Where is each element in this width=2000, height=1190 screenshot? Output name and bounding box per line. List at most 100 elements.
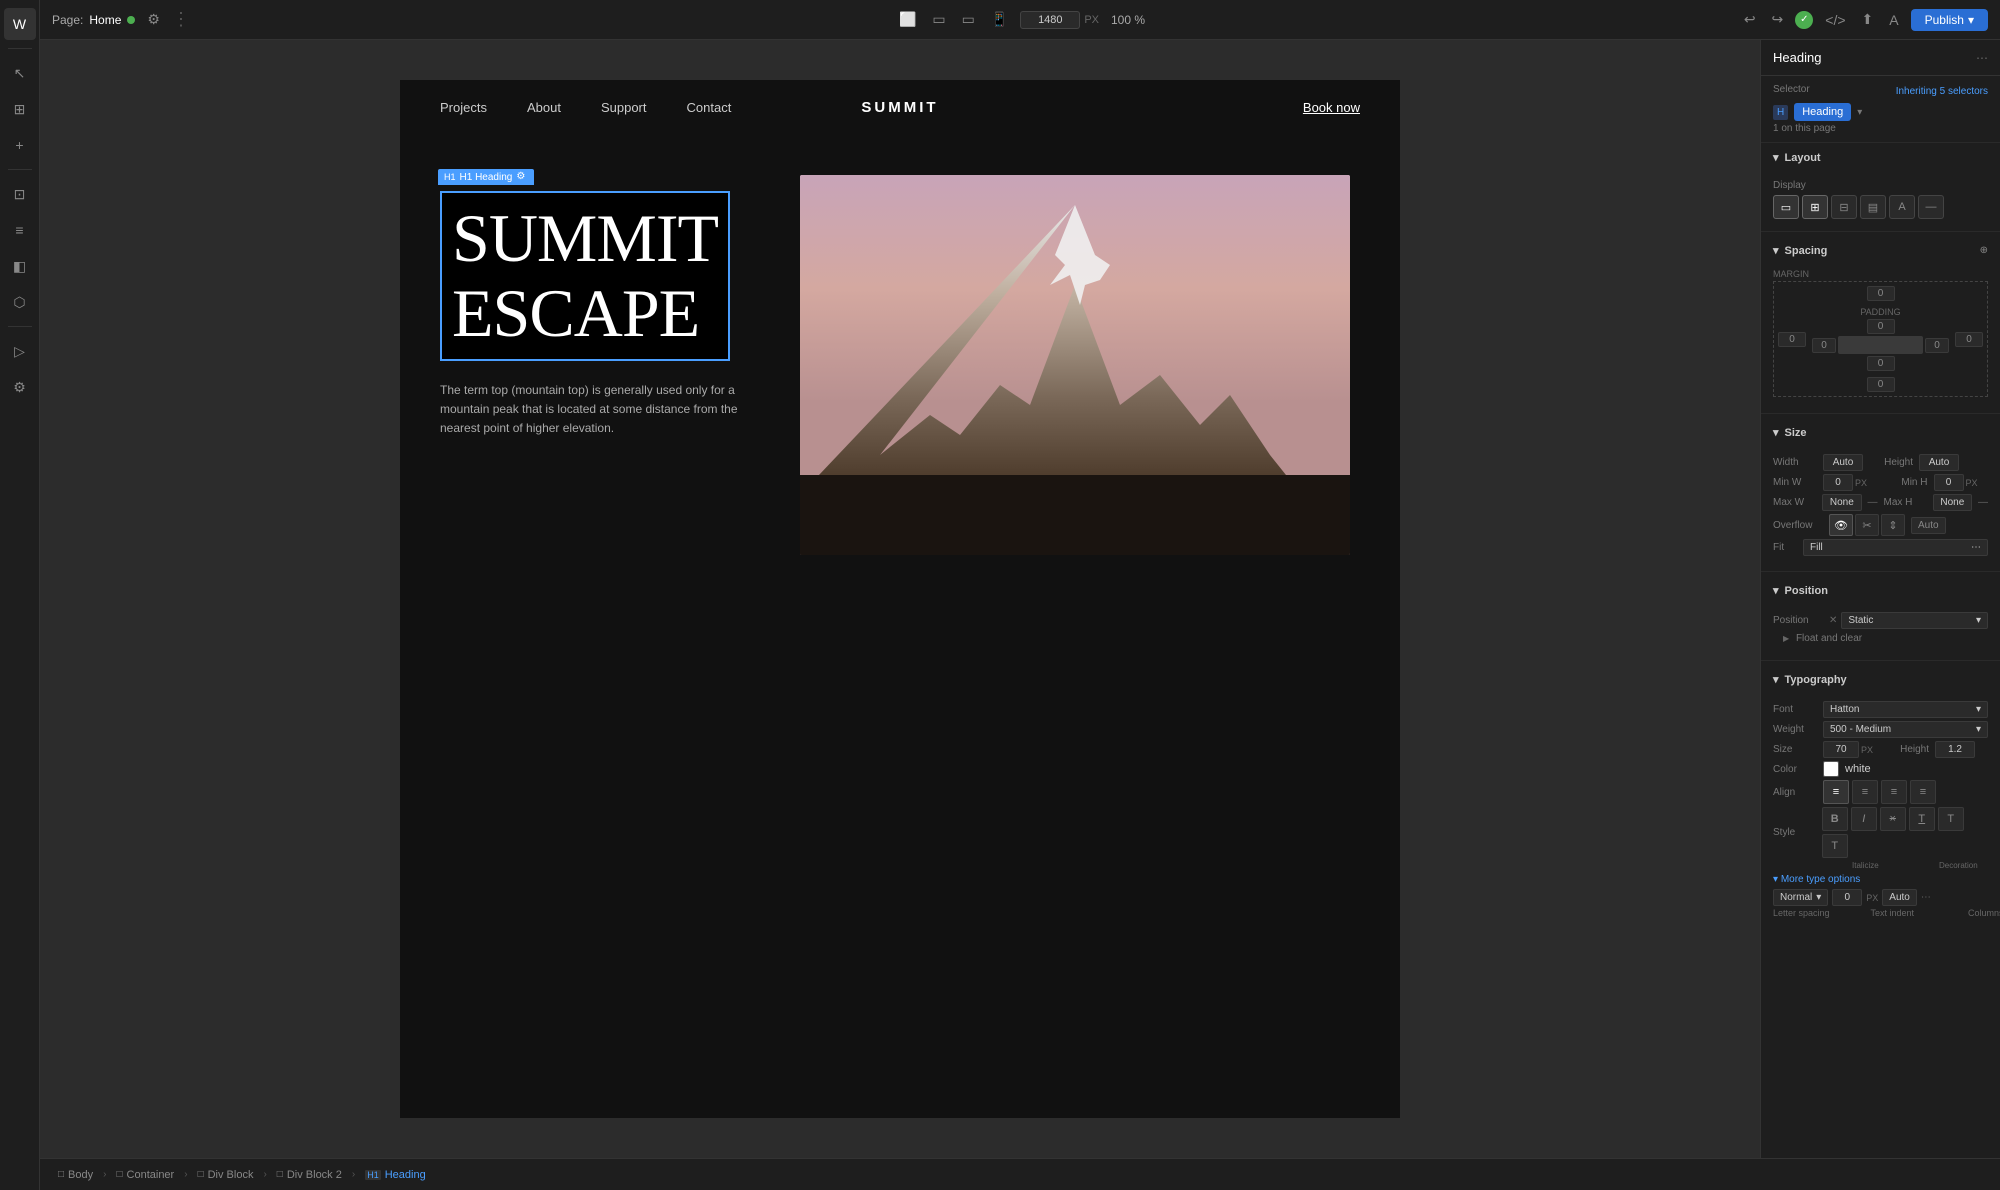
display-btn-grid[interactable]: ⊟: [1831, 195, 1857, 219]
toolbar-icon-logic[interactable]: ⬡: [4, 286, 36, 318]
mobile-landscape-icon[interactable]: ▭: [958, 7, 979, 32]
padding-box: PADDING 0 0 0 0: [1808, 303, 1953, 375]
redo-icon[interactable]: ↪: [1768, 7, 1788, 32]
canvas[interactable]: Projects About Support Contact SUMMIT Bo…: [40, 40, 1760, 1158]
canvas-area: Projects About Support Contact SUMMIT Bo…: [40, 40, 2000, 1158]
book-now-link[interactable]: Book now: [1303, 100, 1360, 115]
spacing-section-header[interactable]: ▾ Spacing ⊕: [1761, 236, 2000, 265]
content-area: H1 H1 Heading ⚙ SUMMIT ESCAPE: [400, 135, 1400, 595]
align-left-btn[interactable]: ≡: [1823, 780, 1849, 804]
spacing-more-btn[interactable]: ⊕: [1980, 245, 1988, 256]
heading-gear-icon[interactable]: ⚙: [516, 171, 528, 183]
typo-height-input[interactable]: 1.2: [1935, 741, 1975, 758]
align-center-btn[interactable]: ≡: [1852, 780, 1878, 804]
publish-button[interactable]: Publish ▾: [1911, 9, 1988, 31]
font-select[interactable]: Hatton ▾: [1823, 701, 1988, 718]
margin-bottom-input[interactable]: 0: [1867, 377, 1895, 392]
viewport-width-input[interactable]: 1480: [1020, 11, 1080, 29]
strikethrough-btn[interactable]: ×: [1880, 807, 1906, 831]
align-right-btn[interactable]: ≡: [1881, 780, 1907, 804]
toolbar-icon-cms[interactable]: ≡: [4, 214, 36, 246]
tablet-icon[interactable]: ▭: [928, 7, 949, 32]
canvas-icon[interactable]: ⬜: [895, 7, 920, 32]
nav-link-support[interactable]: Support: [601, 100, 647, 115]
accessibility-icon[interactable]: A: [1885, 8, 1902, 32]
toolbar-icon-pages[interactable]: ⊡: [4, 178, 36, 210]
margin-left-input[interactable]: 0: [1778, 332, 1806, 347]
toolbar-icon-elements[interactable]: ⊞: [4, 93, 36, 125]
breadcrumb-container[interactable]: □ Container: [110, 1167, 180, 1183]
overflow-scroll-btn[interactable]: ⇕: [1881, 514, 1905, 536]
underline-btn[interactable]: T: [1909, 807, 1935, 831]
panel-header: Heading ⋯: [1761, 40, 2000, 76]
breadcrumb-div-block-2[interactable]: □ Div Block 2: [271, 1167, 348, 1183]
selector-dropdown-icon[interactable]: ▾: [1857, 107, 1862, 118]
decoration-btn[interactable]: T: [1938, 807, 1964, 831]
settings-icon[interactable]: ⚙: [143, 7, 164, 32]
margin-top-input[interactable]: 0: [1867, 286, 1895, 301]
min-h-input[interactable]: 0: [1934, 474, 1964, 491]
text-indent-select[interactable]: Auto: [1882, 889, 1917, 906]
min-w-input[interactable]: 0: [1823, 474, 1853, 491]
breadcrumb-body[interactable]: □ Body: [52, 1167, 99, 1183]
breadcrumb-heading[interactable]: H1 Heading: [359, 1167, 432, 1183]
display-btn-block[interactable]: ▭: [1773, 195, 1799, 219]
position-section-header[interactable]: ▾ Position: [1761, 576, 2000, 605]
fit-select[interactable]: Fill ⋯: [1803, 539, 1988, 556]
export-icon[interactable]: ⬆: [1858, 7, 1878, 32]
italic-btn[interactable]: I: [1851, 807, 1877, 831]
display-btn-none[interactable]: —: [1918, 195, 1944, 219]
margin-right-input[interactable]: 0: [1955, 332, 1983, 347]
more-type-options[interactable]: ▾ More type options: [1773, 874, 1988, 885]
bold-btn[interactable]: B: [1822, 807, 1848, 831]
overflow-auto-btn[interactable]: Auto: [1911, 517, 1946, 534]
padding-right-input[interactable]: 0: [1925, 338, 1949, 353]
position-section-content: Position ✕ Static ▾ ▶ Float and clear: [1761, 605, 2000, 656]
max-w-dash: —: [1868, 497, 1878, 508]
style-row: Style B I × T T T: [1773, 807, 1988, 858]
overflow-hidden-btn[interactable]: ✂: [1855, 514, 1879, 536]
heading-block[interactable]: SUMMIT ESCAPE: [440, 191, 730, 361]
weight-select[interactable]: 500 - Medium ▾: [1823, 721, 1988, 738]
panel-more-icon[interactable]: ⋯: [1976, 51, 1988, 65]
max-h-input[interactable]: None: [1933, 494, 1972, 511]
code-icon[interactable]: </>: [1821, 8, 1849, 32]
mobile-icon[interactable]: 📱: [987, 7, 1012, 32]
toolbar-icon-settings[interactable]: ⚙: [4, 371, 36, 403]
align-justify-btn[interactable]: ≡: [1910, 780, 1936, 804]
display-btn-align[interactable]: A: [1889, 195, 1915, 219]
toolbar-icon-add[interactable]: +: [4, 129, 36, 161]
toolbar-icon-preview[interactable]: ▷: [4, 335, 36, 367]
display-btn-flex[interactable]: ⊞: [1802, 195, 1828, 219]
toolbar-icon-logo[interactable]: W: [4, 8, 36, 40]
float-clear[interactable]: ▶ Float and clear: [1773, 633, 1988, 644]
toolbar-icon-cursor[interactable]: ↖: [4, 57, 36, 89]
nav-link-about[interactable]: About: [527, 100, 561, 115]
undo-icon[interactable]: ↩: [1740, 7, 1760, 32]
padding-bottom-input[interactable]: 0: [1867, 356, 1895, 371]
max-w-input[interactable]: None: [1822, 494, 1861, 511]
height-input[interactable]: Auto: [1919, 454, 1959, 471]
typo-size-input[interactable]: 70: [1823, 741, 1859, 758]
layout-section-content: Display ▭ ⊞ ⊟ ▤ A —: [1761, 172, 2000, 227]
padding-left-input[interactable]: 0: [1812, 338, 1836, 353]
layout-section-header[interactable]: ▾ Layout: [1761, 143, 2000, 172]
normal-select[interactable]: Normal ▾: [1773, 889, 1828, 906]
position-select[interactable]: Static ▾: [1841, 612, 1988, 629]
size-section-header[interactable]: ▾ Size: [1761, 418, 2000, 447]
width-input[interactable]: Auto: [1823, 454, 1863, 471]
toolbar-icon-assets[interactable]: ◧: [4, 250, 36, 282]
display-btn-inline[interactable]: ▤: [1860, 195, 1886, 219]
padding-top-input[interactable]: 0: [1867, 319, 1895, 334]
nav-link-contact[interactable]: Contact: [687, 100, 732, 115]
nav-link-projects[interactable]: Projects: [440, 100, 487, 115]
breadcrumb-div-block[interactable]: □ Div Block: [192, 1167, 260, 1183]
overflow-visible-btn[interactable]: 👁: [1829, 514, 1853, 536]
normal-row: Normal ▾ 0 PX Auto ⋯: [1773, 889, 1988, 906]
color-swatch[interactable]: [1823, 761, 1839, 777]
typography-section-header[interactable]: ▾ Typography: [1761, 665, 2000, 694]
selector-badge[interactable]: Heading: [1794, 103, 1851, 121]
mountain-image: [800, 175, 1350, 555]
superscript-btn[interactable]: T: [1822, 834, 1848, 858]
letter-spacing-input[interactable]: 0: [1832, 889, 1862, 906]
